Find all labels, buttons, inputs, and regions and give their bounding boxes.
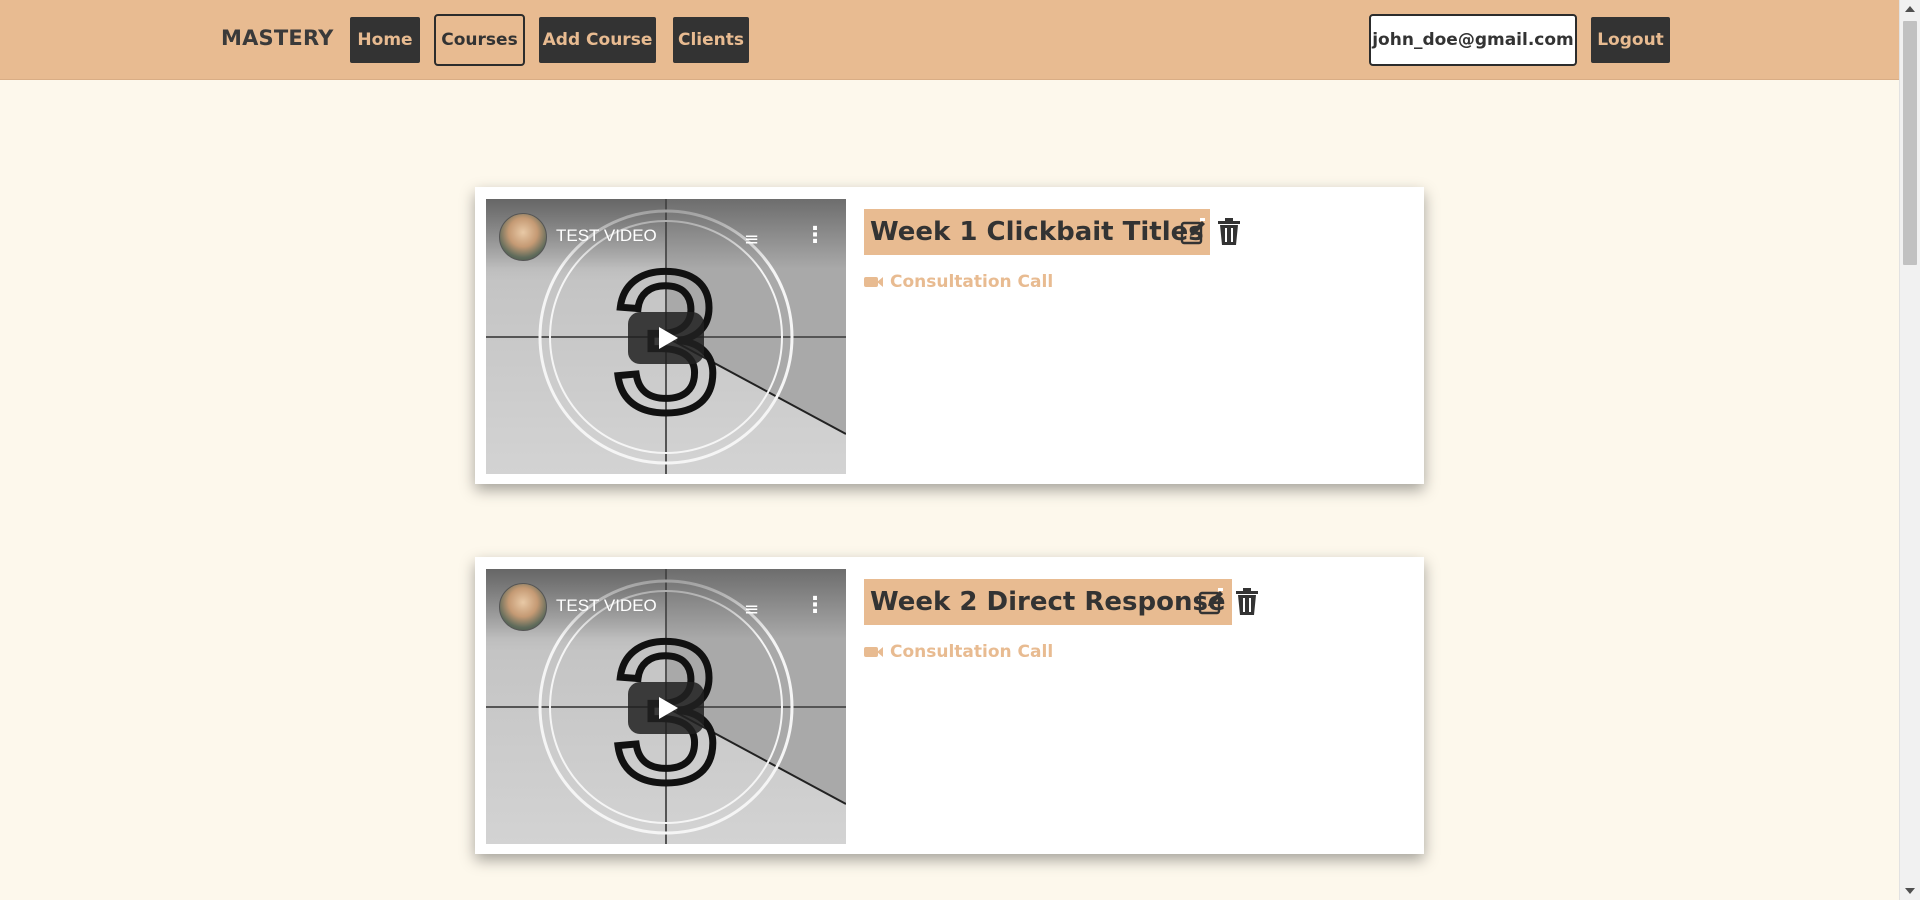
consultation-call-link[interactable]: Consultation Call [864,642,1053,662]
video-player[interactable]: 3 TEST VIDEO ≡ ⋮ [486,569,846,844]
logout-button[interactable]: Logout [1591,17,1670,63]
nav-clients-button[interactable]: Clients [673,17,749,63]
nav-courses-label: Courses [441,30,518,50]
consultation-call-label: Consultation Call [890,642,1054,662]
trash-icon[interactable] [1216,218,1242,246]
brand-logo[interactable]: MASTERY [221,26,334,50]
course-card: 3 TEST VIDEO ≡ ⋮ Week 2 Direct Response … [475,557,1424,854]
playlist-icon[interactable]: ≡ [744,229,759,250]
vertical-scrollbar[interactable] [1899,0,1920,900]
play-button[interactable] [628,312,704,364]
video-player[interactable]: 3 TEST VIDEO ≡ ⋮ [486,199,846,474]
scroll-thumb[interactable] [1903,21,1917,265]
scroll-down-arrow-icon[interactable] [1905,888,1915,894]
top-navbar: MASTERY Home Courses Add Course Clients … [0,0,1900,80]
more-options-icon[interactable]: ⋮ [804,593,826,618]
nav-courses-button[interactable]: Courses [434,14,525,66]
edit-icon[interactable] [1180,218,1206,246]
consultation-call-label: Consultation Call [890,272,1054,292]
playlist-icon[interactable]: ≡ [744,599,759,620]
consultation-call-link[interactable]: Consultation Call [864,272,1053,292]
nav-home-button[interactable]: Home [350,17,420,63]
channel-avatar[interactable] [499,583,547,631]
video-camera-icon [864,277,883,287]
edit-icon[interactable] [1198,588,1224,616]
scroll-up-arrow-icon[interactable] [1905,6,1915,12]
course-title: Week 2 Direct Response [864,579,1232,625]
play-button[interactable] [628,682,704,734]
course-card: 3 TEST VIDEO ≡ ⋮ Week 1 Clickbait Titles… [475,187,1424,484]
trash-icon[interactable] [1234,588,1260,616]
nav-add-course-button[interactable]: Add Course [539,17,656,63]
more-options-icon[interactable]: ⋮ [804,223,826,248]
video-title[interactable]: TEST VIDEO [556,226,657,246]
video-title[interactable]: TEST VIDEO [556,596,657,616]
course-title: Week 1 Clickbait Titles [864,209,1210,255]
user-email-display[interactable]: john_doe@gmail.com [1369,14,1577,66]
channel-avatar[interactable] [499,213,547,261]
video-camera-icon [864,647,883,657]
